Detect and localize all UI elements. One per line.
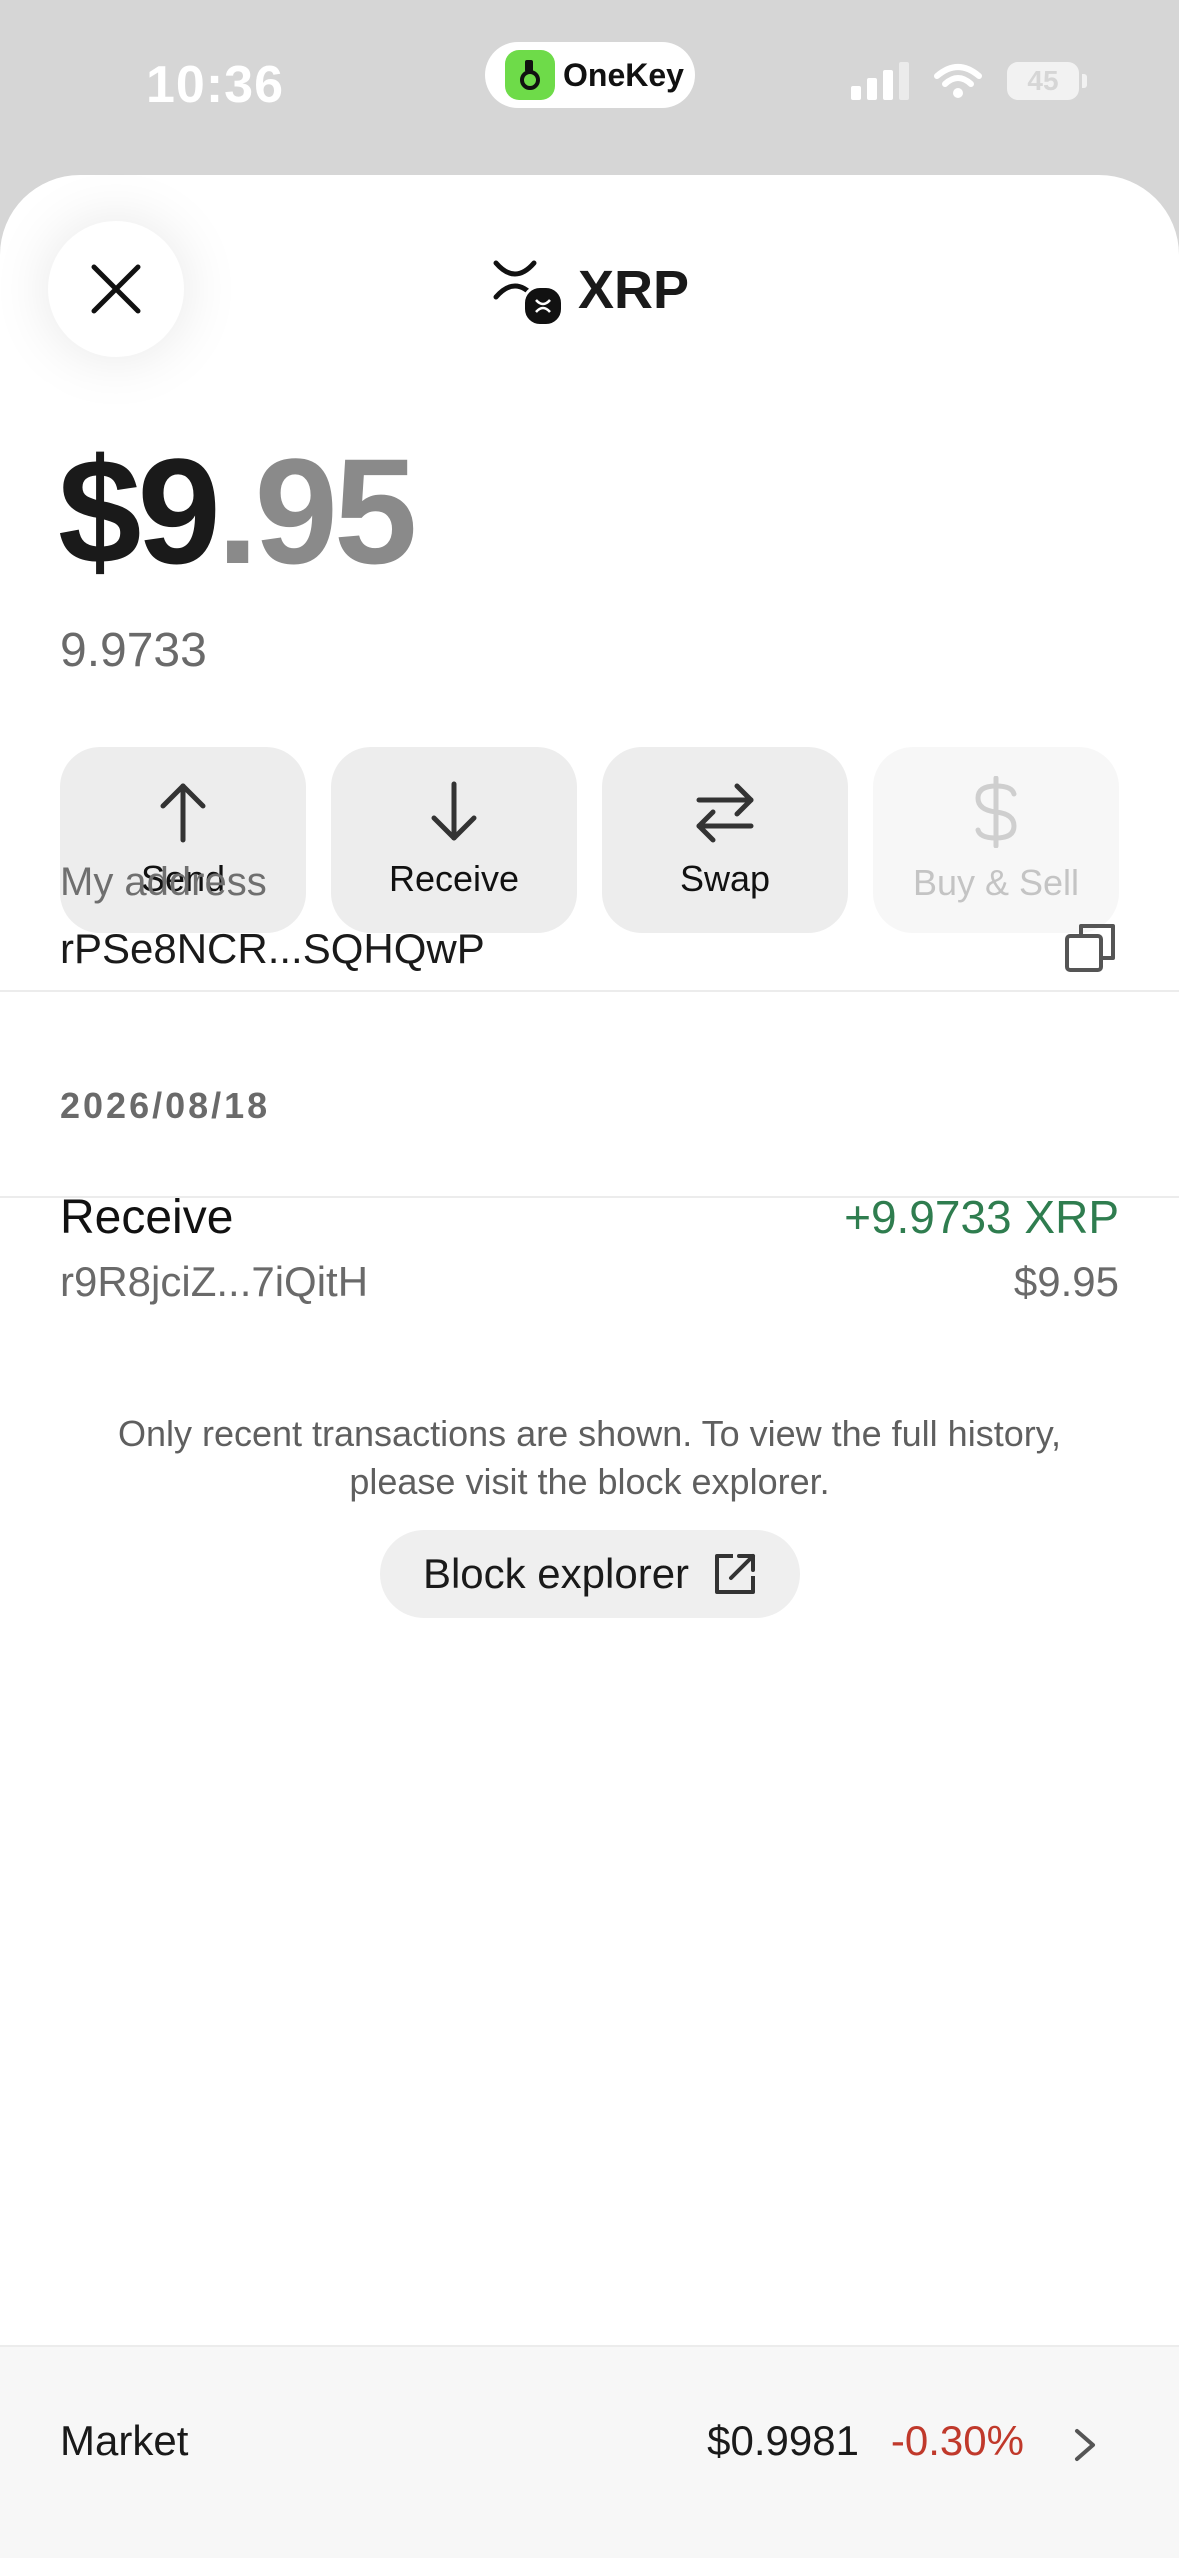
- copy-icon: [1065, 924, 1115, 972]
- external-link-icon: [715, 1554, 756, 1594]
- arrow-down-icon: [431, 781, 477, 841]
- block-explorer-label: Block explorer: [422, 1550, 690, 1597]
- wifi-icon: [934, 64, 982, 98]
- block-explorer-button[interactable]: Block explorer: [380, 1530, 800, 1618]
- cellular-signal-icon: [851, 62, 909, 100]
- market-row[interactable]: Market $0.9981 -0.30%: [0, 2345, 1179, 2558]
- token-balance: 9.9733: [60, 624, 207, 677]
- balance-integer: $9: [58, 427, 221, 595]
- market-change: -0.30%: [890, 2417, 1024, 2464]
- divider: [0, 990, 1179, 992]
- balance-decimal: .95: [216, 427, 418, 595]
- market-price: $0.9981: [707, 2417, 859, 2464]
- token-detail-sheet: XRP $9.95 9.9733 Send Receive Swap Buy &…: [0, 175, 1179, 2556]
- onekey-label: OneKey: [563, 56, 684, 93]
- swap-label: Swap: [679, 858, 771, 899]
- transaction-fiat: $9.95: [1013, 1258, 1119, 1305]
- action-row: Send Receive Swap Buy & Sell: [60, 747, 1119, 933]
- history-date: 2026/08/18: [60, 1085, 271, 1126]
- address-value: rPSe8NCR...SQHQwP: [60, 925, 485, 972]
- xrp-token-icon: [490, 255, 564, 327]
- status-bar: 10:36 OneKey 45: [0, 0, 1179, 175]
- swap-button[interactable]: Swap: [602, 747, 848, 933]
- history-note: Only recent transactions are shown. To v…: [117, 1413, 1062, 1502]
- send-button[interactable]: Send: [60, 747, 306, 933]
- buy-sell-button[interactable]: Buy & Sell: [873, 747, 1119, 933]
- receive-button[interactable]: Receive: [331, 747, 577, 933]
- address-label: My address: [60, 860, 267, 904]
- dollar-icon: [975, 776, 1017, 848]
- transaction-amount: +9.9733 XRP: [844, 1191, 1119, 1243]
- onekey-logo-icon: [505, 50, 555, 100]
- status-time: 10:36: [146, 56, 284, 114]
- receive-label: Receive: [388, 858, 520, 899]
- transaction-type: Receive: [60, 1191, 234, 1244]
- market-label: Market: [60, 2417, 189, 2464]
- battery-icon: 45: [1007, 62, 1087, 100]
- onekey-pill[interactable]: OneKey: [485, 42, 695, 108]
- status-icons: 45: [851, 62, 1087, 100]
- xrp-network-badge-icon: [521, 285, 564, 327]
- fiat-balance: $9.95: [58, 425, 418, 598]
- token-header: XRP: [0, 255, 1179, 327]
- token-title: XRP: [577, 260, 690, 320]
- swap-icon: [696, 783, 754, 843]
- battery-level: 45: [1027, 65, 1059, 96]
- transaction-counterparty: r9R8jciZ...7iQitH: [60, 1258, 369, 1305]
- chevron-right-icon: [1075, 2429, 1095, 2461]
- buy-sell-label: Buy & Sell: [912, 862, 1080, 903]
- copy-address-button[interactable]: [1063, 920, 1119, 976]
- arrow-up-icon: [160, 783, 206, 843]
